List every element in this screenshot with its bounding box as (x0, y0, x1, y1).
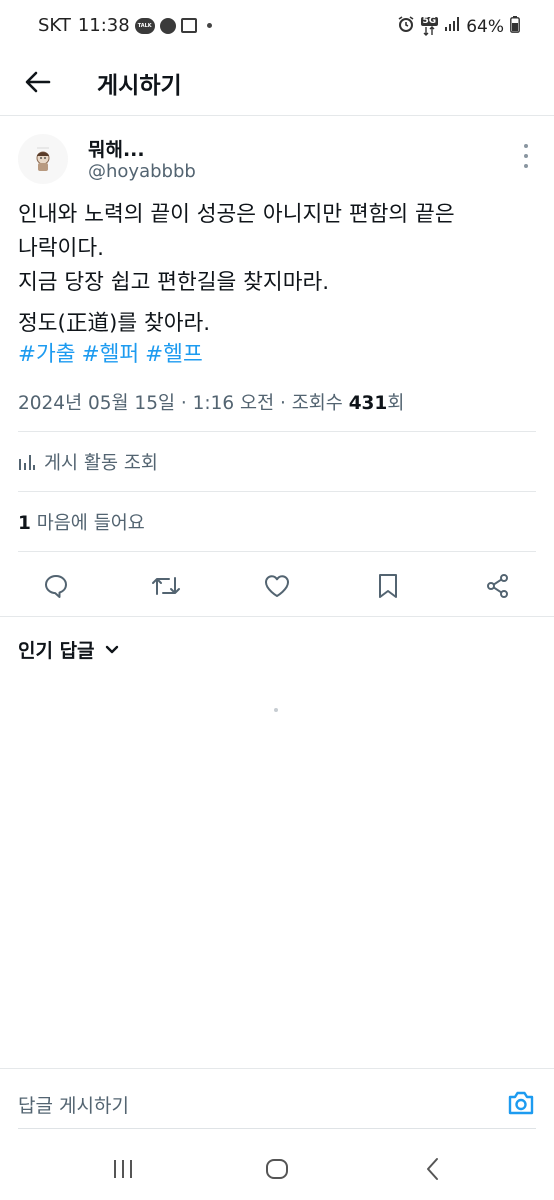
tweet-text-line: 나락이다. (18, 236, 104, 261)
likes-divider (18, 551, 536, 552)
status-right: 5G 64% (391, 15, 520, 38)
hashtag-link[interactable]: #헬프 (145, 342, 203, 367)
reply-underline (18, 1128, 536, 1129)
likes-summary[interactable]: 1 마음에 들어요 (18, 509, 145, 535)
hashtags: #가출 #헬퍼 #헬프 (18, 338, 209, 372)
reply-composer: 답글 게시하기 (0, 1068, 554, 1130)
chat-notification-icon (159, 17, 176, 34)
reply-button[interactable] (40, 570, 72, 602)
activity-divider (18, 491, 536, 492)
recent-apps-icon (114, 1160, 132, 1178)
chevron-down-icon (105, 645, 118, 653)
tweet-timestamp[interactable]: 2024년 05월 15일 · 1:16 오전 · 조회수 (18, 393, 349, 414)
post-activity-button[interactable]: 게시 활동 조회 (18, 449, 158, 475)
likes-label: 마음에 들어요 (30, 513, 145, 534)
more-options-button[interactable] (516, 144, 536, 168)
back-button[interactable] (20, 64, 56, 100)
back-nav-icon (427, 1158, 438, 1180)
post-activity-label: 게시 활동 조회 (44, 453, 158, 474)
kakaotalk-icon: TALK (134, 17, 155, 34)
signal-icon (444, 16, 460, 37)
bookmark-icon (379, 574, 397, 598)
battery-percent: 64% (466, 16, 504, 37)
more-notifications-dot (206, 23, 212, 28)
recent-apps-button[interactable] (108, 1156, 138, 1182)
tweet-meta: 2024년 05월 15일 · 1:16 오전 · 조회수 431회 (18, 389, 404, 415)
gallery-icon (180, 18, 197, 33)
header-divider (0, 115, 554, 116)
reply-sort-dropdown[interactable]: 인기 답글 (18, 636, 119, 663)
tweet-text: 인내와 노력의 끝이 성공은 아니지만 편함의 끝은 나락이다. 지금 당장 쉽… (18, 198, 538, 341)
tweet-actions (0, 566, 554, 606)
status-left: SKT 11:38 TALK (38, 15, 212, 36)
avatar-image (18, 134, 68, 184)
camera-button[interactable] (506, 1089, 536, 1117)
home-button[interactable] (262, 1156, 292, 1182)
heart-icon (265, 575, 289, 597)
back-nav-button[interactable] (418, 1156, 448, 1182)
camera-icon (508, 1091, 534, 1115)
meta-divider (18, 431, 536, 432)
tweet-text-line: 지금 당장 쉽고 편한길을 찾지마라. (18, 270, 330, 295)
avatar[interactable] (18, 134, 68, 184)
tweet-text-line: 인내와 노력의 끝이 성공은 아니지만 편함의 끝은 (18, 202, 455, 227)
likes-count: 1 (18, 513, 31, 534)
clock: 11:38 (77, 15, 130, 36)
like-button[interactable] (261, 570, 293, 602)
reply-input[interactable]: 답글 게시하기 (18, 1091, 129, 1118)
actions-divider (0, 616, 554, 617)
system-nav-bar (0, 1140, 554, 1200)
share-button[interactable] (482, 570, 514, 602)
back-arrow-icon (25, 71, 51, 93)
tweet-text-line: 정도(正道)를 찾아라. (18, 311, 211, 336)
view-count-suffix: 회 (387, 393, 405, 414)
more-vertical-icon (524, 144, 528, 148)
battery-icon (510, 15, 520, 38)
alarm-icon (397, 15, 415, 38)
page-title: 게시하기 (97, 73, 182, 99)
top-app-bar: 게시하기 (0, 52, 554, 114)
view-count: 431 (348, 393, 388, 414)
status-bar: SKT 11:38 TALK 5G 64% (0, 0, 554, 52)
bookmark-button[interactable] (372, 570, 404, 602)
home-icon (266, 1159, 288, 1179)
author-handle[interactable]: @hoyabbbb (88, 161, 196, 182)
loading-indicator (274, 708, 278, 712)
share-icon (487, 574, 508, 598)
reply-icon (45, 575, 67, 598)
retweet-icon (152, 577, 180, 595)
hashtag-link[interactable]: #헬퍼 (82, 342, 140, 367)
chart-icon (19, 455, 35, 470)
author-display-name[interactable]: 뭐해... (88, 135, 145, 162)
carrier-label: SKT (38, 15, 71, 36)
network-5g-icon: 5G (420, 17, 439, 36)
hashtag-link[interactable]: #가출 (18, 342, 76, 367)
retweet-button[interactable] (150, 570, 182, 602)
reply-sort-label: 인기 답글 (18, 640, 95, 662)
